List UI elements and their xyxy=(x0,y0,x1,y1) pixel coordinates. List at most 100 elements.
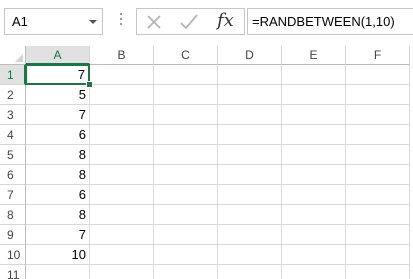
cell-b8[interactable] xyxy=(90,205,154,225)
cell-c10[interactable] xyxy=(154,245,218,265)
cell-c3[interactable] xyxy=(154,105,218,125)
select-all-button[interactable] xyxy=(0,46,26,65)
cell-e2[interactable] xyxy=(282,85,346,105)
formula-bar-grip-icon[interactable] xyxy=(120,13,123,29)
cell-f5[interactable] xyxy=(346,145,410,165)
name-box-value: A1 xyxy=(12,14,28,29)
cell-b10[interactable] xyxy=(90,245,154,265)
cell-f1[interactable] xyxy=(346,65,410,85)
cell-f2[interactable] xyxy=(346,85,410,105)
cell-f7[interactable] xyxy=(346,185,410,205)
row-header-7[interactable]: 7 xyxy=(0,185,26,205)
cell-a7[interactable]: 6 xyxy=(26,185,90,205)
cell-e6[interactable] xyxy=(282,165,346,185)
cell-a6[interactable]: 8 xyxy=(26,165,90,185)
cell-e5[interactable] xyxy=(282,145,346,165)
cell-f9[interactable] xyxy=(346,225,410,245)
cell-a10[interactable]: 10 xyxy=(26,245,90,265)
cell-e4[interactable] xyxy=(282,125,346,145)
row-header-3[interactable]: 3 xyxy=(0,105,26,125)
cell-e1[interactable] xyxy=(282,65,346,85)
enter-button[interactable] xyxy=(173,9,203,34)
cell-d10[interactable] xyxy=(218,245,282,265)
row-header-8[interactable]: 8 xyxy=(0,205,26,225)
cell-b6[interactable] xyxy=(90,165,154,185)
cell-a11[interactable] xyxy=(26,265,90,279)
cell-b9[interactable] xyxy=(90,225,154,245)
cell-b1[interactable] xyxy=(90,65,154,85)
cell-d5[interactable] xyxy=(218,145,282,165)
column-header-a[interactable]: A xyxy=(26,46,90,65)
cell-d2[interactable] xyxy=(218,85,282,105)
cell-c7[interactable] xyxy=(154,185,218,205)
cell-d3[interactable] xyxy=(218,105,282,125)
row-header-11[interactable]: 11 xyxy=(0,265,26,279)
cell-f3[interactable] xyxy=(346,105,410,125)
fill-handle[interactable] xyxy=(86,81,93,88)
cell-d7[interactable] xyxy=(218,185,282,205)
cell-c2[interactable] xyxy=(154,85,218,105)
cell-a2[interactable]: 5 xyxy=(26,85,90,105)
cell-c6[interactable] xyxy=(154,165,218,185)
cell-a9[interactable]: 7 xyxy=(26,225,90,245)
formula-text: =RANDBETWEEN(1,10) xyxy=(252,14,395,29)
cell-f4[interactable] xyxy=(346,125,410,145)
cell-d9[interactable] xyxy=(218,225,282,245)
cell-f10[interactable] xyxy=(346,245,410,265)
row-header-10[interactable]: 10 xyxy=(0,245,26,265)
cell-f8[interactable] xyxy=(346,205,410,225)
cell-c9[interactable] xyxy=(154,225,218,245)
formula-bar: A1 fx =RANDBETWEEN(1,10) xyxy=(0,0,413,46)
cell-e8[interactable] xyxy=(282,205,346,225)
row-header-9[interactable]: 9 xyxy=(0,225,26,245)
cell-c1[interactable] xyxy=(154,65,218,85)
cell-f11[interactable] xyxy=(346,265,410,279)
cell-c5[interactable] xyxy=(154,145,218,165)
row-header-1[interactable]: 1 xyxy=(0,65,26,85)
row-header-2[interactable]: 2 xyxy=(0,85,26,105)
cell-b4[interactable] xyxy=(90,125,154,145)
cell-a4[interactable]: 6 xyxy=(26,125,90,145)
cell-d6[interactable] xyxy=(218,165,282,185)
column-header-c[interactable]: C xyxy=(154,46,218,65)
column-header-f[interactable]: F xyxy=(346,46,410,65)
cell-d4[interactable] xyxy=(218,125,282,145)
cell-e9[interactable] xyxy=(282,225,346,245)
cancel-button[interactable] xyxy=(139,9,169,34)
cell-b2[interactable] xyxy=(90,85,154,105)
cell-b7[interactable] xyxy=(90,185,154,205)
cell-c11[interactable] xyxy=(154,265,218,279)
column-header-e[interactable]: E xyxy=(282,46,346,65)
cell-d11[interactable] xyxy=(218,265,282,279)
cell-d1[interactable] xyxy=(218,65,282,85)
cell-b3[interactable] xyxy=(90,105,154,125)
checkmark-icon xyxy=(180,14,198,30)
cell-a1[interactable]: 7 xyxy=(25,64,90,85)
fx-icon: fx xyxy=(217,10,234,31)
cell-b5[interactable] xyxy=(90,145,154,165)
column-header-b[interactable]: B xyxy=(90,46,154,65)
insert-function-button[interactable]: fx xyxy=(209,9,239,34)
cell-b11[interactable] xyxy=(90,265,154,279)
name-box[interactable]: A1 xyxy=(4,8,103,35)
row-header-4[interactable]: 4 xyxy=(0,125,26,145)
row-header-6[interactable]: 6 xyxy=(0,165,26,185)
cell-e11[interactable] xyxy=(282,265,346,279)
cell-e3[interactable] xyxy=(282,105,346,125)
cell-f6[interactable] xyxy=(346,165,410,185)
cell-a5[interactable]: 8 xyxy=(26,145,90,165)
spreadsheet-grid: A B C D E F 1 7 2 5 3 7 4 6 5 8 6 8 7 6 8 8 9 7 10 10 11 xyxy=(0,46,413,279)
cell-c8[interactable] xyxy=(154,205,218,225)
cell-d8[interactable] xyxy=(218,205,282,225)
chevron-down-icon[interactable] xyxy=(89,20,97,24)
cell-e10[interactable] xyxy=(282,245,346,265)
column-header-d[interactable]: D xyxy=(218,46,282,65)
cell-c4[interactable] xyxy=(154,125,218,145)
cell-a3[interactable]: 7 xyxy=(26,105,90,125)
cell-e7[interactable] xyxy=(282,185,346,205)
formula-input[interactable]: =RANDBETWEEN(1,10) xyxy=(247,8,413,35)
formula-buttons: fx xyxy=(136,8,245,35)
row-header-5[interactable]: 5 xyxy=(0,145,26,165)
cell-a8[interactable]: 8 xyxy=(26,205,90,225)
close-icon xyxy=(147,15,161,29)
